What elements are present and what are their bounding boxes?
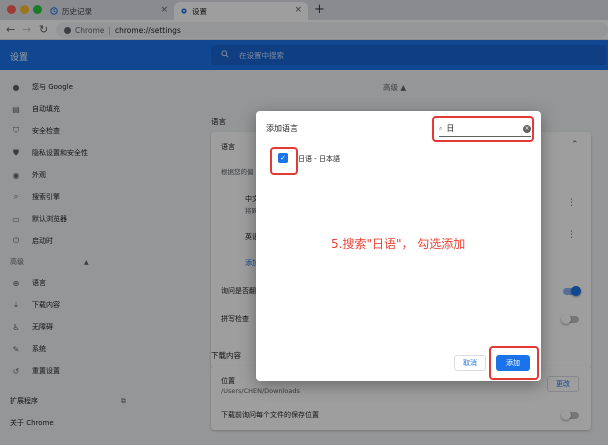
add-languages-dialog: 添加语言 ⌕ × ✓ 日语 - 日本語 5.搜索"日语"， 勾选添加 取消 添加 [256, 111, 541, 381]
annotation-text: 5.搜索"日语"， 勾选添加 [331, 237, 466, 251]
language-option-label[interactable]: 日语 - 日本語 [298, 154, 340, 164]
cancel-button[interactable]: 取消 [454, 355, 486, 371]
annotation-box-add [489, 346, 539, 380]
annotation-box-search [432, 116, 534, 142]
dialog-title: 添加语言 [266, 124, 298, 133]
annotation-box-checkbox [270, 147, 298, 175]
